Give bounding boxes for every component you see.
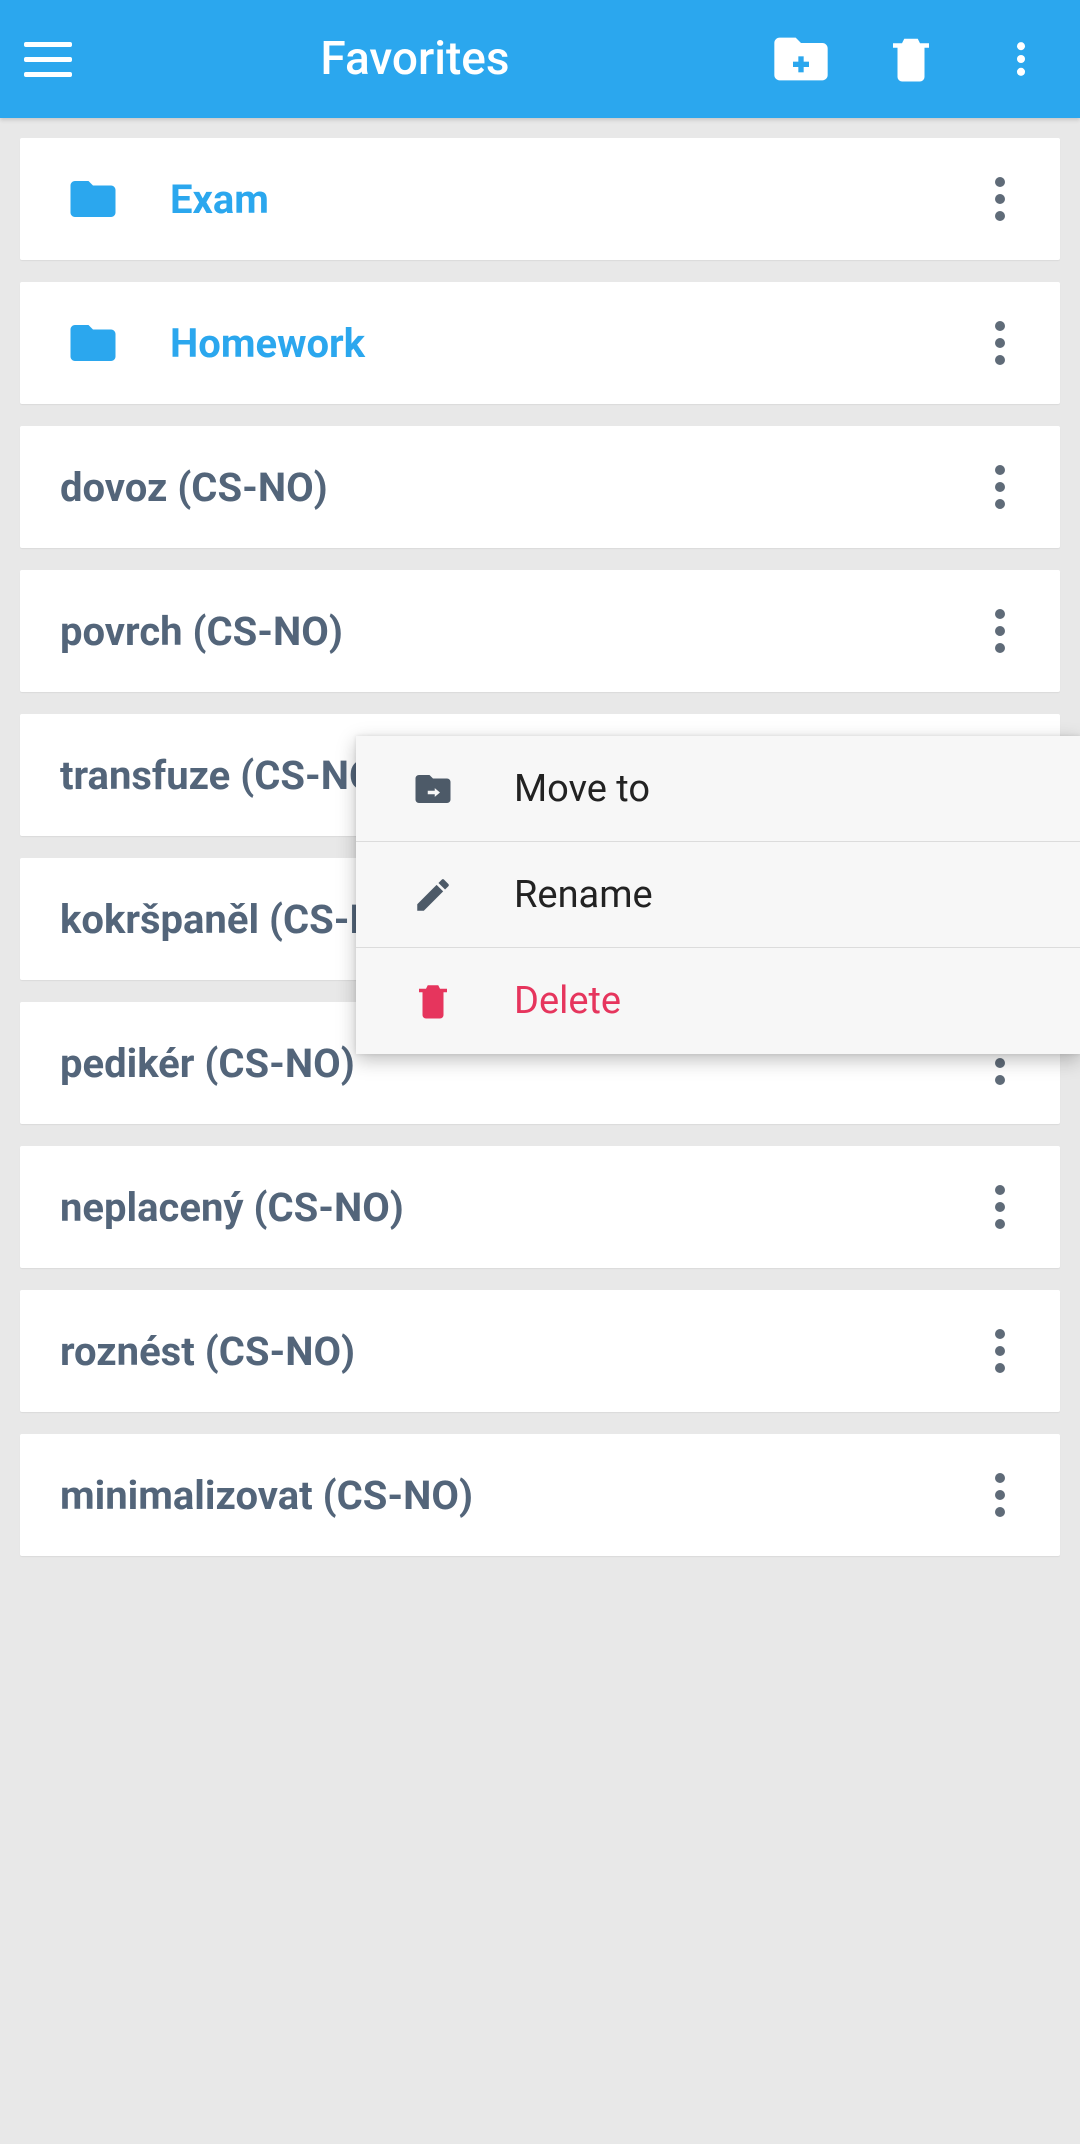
- folder-label: Homework: [170, 320, 980, 367]
- item-label: povrch (CS-NO): [60, 608, 980, 655]
- folder-label: Exam: [170, 176, 980, 223]
- folder-icon: [60, 316, 126, 370]
- list-item[interactable]: roznést (CS-NO): [20, 1290, 1060, 1412]
- item-overflow-icon[interactable]: [980, 169, 1020, 229]
- page-title: Favorites: [64, 32, 766, 86]
- list-item[interactable]: minimalizovat (CS-NO): [20, 1434, 1060, 1556]
- delete-icon[interactable]: [876, 24, 946, 94]
- menu-rename[interactable]: Rename: [356, 842, 1080, 948]
- folder-item[interactable]: Exam: [20, 138, 1060, 260]
- overflow-icon[interactable]: [986, 24, 1056, 94]
- app-header: Favorites: [0, 0, 1080, 118]
- list-item[interactable]: povrch (CS-NO): [20, 570, 1060, 692]
- list-item[interactable]: neplacený (CS-NO): [20, 1146, 1060, 1268]
- item-overflow-icon[interactable]: [980, 457, 1020, 517]
- folder-icon: [60, 172, 126, 226]
- folder-arrow-icon: [412, 768, 454, 810]
- item-label: minimalizovat (CS-NO): [60, 1472, 980, 1519]
- menu-move-to[interactable]: Move to: [356, 736, 1080, 842]
- trash-icon: [412, 980, 454, 1022]
- context-menu: Move to Rename Delete: [356, 736, 1080, 1054]
- list-item[interactable]: dovoz (CS-NO): [20, 426, 1060, 548]
- item-overflow-icon[interactable]: [980, 601, 1020, 661]
- folder-item[interactable]: Homework: [20, 282, 1060, 404]
- item-label: roznést (CS-NO): [60, 1328, 980, 1375]
- item-overflow-icon[interactable]: [980, 313, 1020, 373]
- item-label: dovoz (CS-NO): [60, 464, 980, 511]
- pencil-icon: [412, 874, 454, 916]
- new-folder-icon[interactable]: [766, 24, 836, 94]
- item-overflow-icon[interactable]: [980, 1465, 1020, 1525]
- item-label: neplacený (CS-NO): [60, 1184, 980, 1231]
- menu-label: Rename: [514, 873, 653, 917]
- header-actions: [766, 24, 1056, 94]
- menu-label: Delete: [514, 979, 621, 1023]
- menu-label: Move to: [514, 767, 650, 811]
- item-overflow-icon[interactable]: [980, 1177, 1020, 1237]
- menu-delete[interactable]: Delete: [356, 948, 1080, 1054]
- item-overflow-icon[interactable]: [980, 1321, 1020, 1381]
